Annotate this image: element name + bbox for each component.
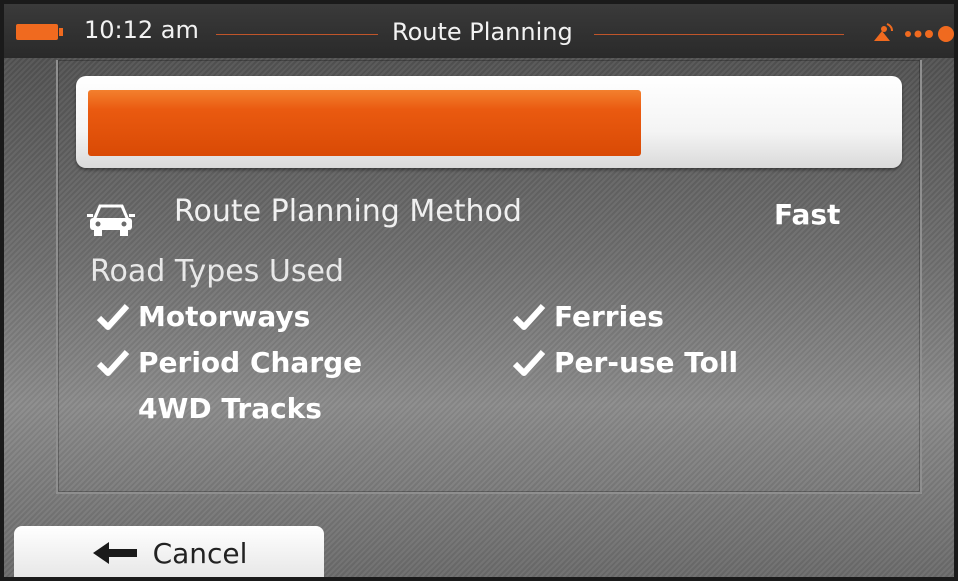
cancel-button-label: Cancel [152,536,248,570]
road-type-period-charge: Period Charge [96,346,362,379]
check-icon [96,303,130,330]
route-method-value: Fast [774,198,841,231]
route-progress-bar [76,76,902,168]
road-type-label: Ferries [554,300,664,333]
check-icon [512,303,546,330]
gps-satellite-icon [874,23,893,41]
car-icon [87,204,135,236]
back-arrow-icon [92,542,137,564]
road-type-label: Period Charge [138,346,363,379]
road-type-ferries: Ferries [512,300,664,333]
road-type-per-use-toll: Per-use Toll [512,346,738,379]
cancel-button[interactable]: Cancel [14,526,324,577]
title-divider-right [594,34,844,35]
status-bar: 10:12 am Route Planning [4,4,954,58]
battery-icon [16,24,63,40]
screen-title: Route Planning [392,18,573,46]
check-icon [96,349,130,376]
road-types-heading: Road Types Used [90,254,344,289]
road-type-4wd-tracks: 4WD Tracks [96,392,322,425]
road-type-label: Motorways [138,300,311,333]
route-method-label: Route Planning Method [174,194,522,229]
road-type-label: Per-use Toll [554,346,739,379]
road-type-label: 4WD Tracks [138,392,322,425]
title-divider-left [216,34,378,35]
signal-dots-icon [905,26,954,42]
route-progress-fill [88,90,641,156]
road-type-motorways: Motorways [96,300,310,333]
clock: 10:12 am [84,16,199,44]
screen: 10:12 am Route Planning Route Planning M… [4,4,954,577]
check-icon [512,349,546,376]
